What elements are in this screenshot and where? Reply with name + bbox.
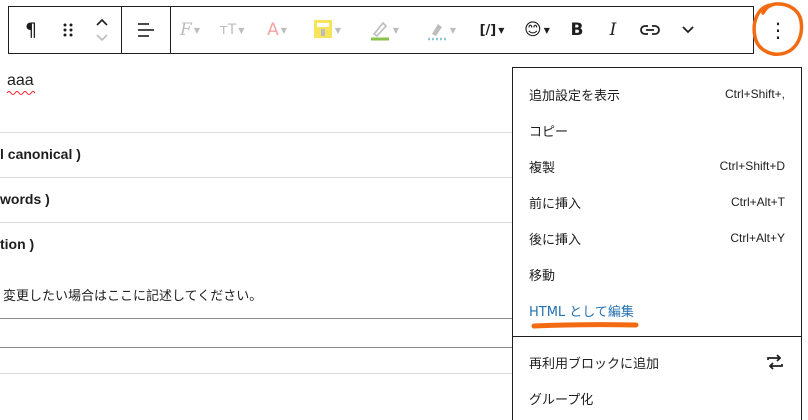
menu-item-copy[interactable]: コピー: [529, 112, 785, 148]
pen-dotted-button[interactable]: ▼: [413, 7, 469, 53]
chevron-down-icon: [682, 26, 694, 34]
pen-underline-button[interactable]: ▼: [355, 7, 413, 53]
chevron-down-icon: ▼: [334, 25, 342, 35]
menu-item-label: コピー: [529, 124, 569, 140]
menu-item-label: グループ化: [529, 392, 594, 408]
font-size-icon: тT: [219, 22, 237, 38]
text-color-button[interactable]: A ▼: [255, 7, 299, 53]
link-icon: [640, 25, 660, 35]
align-left-icon[interactable]: [122, 7, 170, 53]
more-formats-button[interactable]: [669, 7, 707, 53]
emoji-button[interactable]: 😊 ▼: [515, 7, 559, 53]
divider: [0, 347, 512, 348]
menu-item-shortcut: Ctrl+Alt+T: [730, 195, 785, 209]
text-color-icon: A: [267, 20, 279, 40]
block-toolbar: ¶ F ▼ тT ▼ A ▼ ▼ ▼ ▼ [/] ▼ 😊 ▼ B I: [8, 6, 754, 54]
menu-item-move[interactable]: 移動: [529, 256, 785, 292]
menu-item-duplicate[interactable]: 複製 Ctrl+Shift+D: [529, 148, 785, 184]
pen-dotted-icon: [427, 24, 446, 41]
spellcheck-underline: [7, 91, 36, 95]
menu-item-label: 追加設定を表示: [529, 88, 621, 104]
menu-item-add-reusable[interactable]: 再利用ブロックに追加: [529, 344, 785, 380]
menu-item-insert-after[interactable]: 後に挿入 Ctrl+Alt+Y: [529, 220, 785, 256]
menu-item-shortcut: Ctrl+Shift+,: [724, 87, 785, 101]
menu-item-shortcut: Ctrl+Shift+D: [719, 159, 785, 173]
chevron-down-icon: ▼: [498, 25, 505, 35]
chevron-down-icon: ▼: [392, 25, 400, 35]
chevron-down-icon: ▼: [543, 25, 550, 35]
menu-item-label: 後に挿入: [529, 232, 582, 248]
drag-handle-icon[interactable]: [53, 7, 83, 53]
italic-icon: I: [609, 20, 617, 40]
italic-button[interactable]: I: [595, 7, 631, 53]
emoji-icon: 😊: [524, 20, 542, 40]
chevron-down-icon: ▼: [449, 25, 457, 35]
menu-item-label: 複製: [529, 160, 556, 176]
menu-item-label: HTML として編集: [529, 304, 634, 320]
menu-divider: [513, 336, 801, 337]
menu-item-label: 移動: [529, 268, 556, 284]
block-type-group: ¶: [9, 7, 121, 53]
chevron-down-icon: ▼: [238, 25, 245, 35]
format-group: F ▼ тT ▼ A ▼ ▼ ▼ ▼ [/] ▼ 😊 ▼ B I: [171, 7, 707, 53]
menu-item-show-more-settings[interactable]: 追加設定を表示 Ctrl+Shift+,: [529, 76, 785, 112]
more-vertical-icon: ⋮: [768, 18, 788, 42]
link-button[interactable]: [631, 7, 669, 53]
menu-item-shortcut: Ctrl+Alt+Y: [730, 231, 785, 245]
chevron-down-icon: ▼: [193, 25, 200, 35]
heading-description: tion ): [0, 236, 35, 252]
bold-icon: B: [570, 20, 584, 40]
block-options-menu: 追加設定を表示 Ctrl+Shift+, コピー 複製 Ctrl+Shift+D…: [512, 67, 802, 420]
menu-item-label: 再利用ブロックに追加: [529, 356, 660, 372]
paragraph-text[interactable]: aaa: [7, 72, 34, 90]
reuse-icon: [767, 354, 783, 370]
chevron-down-icon: ▼: [280, 25, 287, 35]
menu-item-edit-as-html[interactable]: HTML として編集: [529, 292, 785, 328]
divider: [0, 177, 512, 178]
highlight-button[interactable]: ▼: [299, 7, 355, 53]
highlighter-icon: [313, 20, 332, 38]
align-group: [122, 7, 170, 53]
heading-keywords: words ): [0, 191, 50, 207]
divider: [0, 318, 512, 319]
options-button[interactable]: ⋮: [754, 6, 802, 54]
heading-canonical: l canonical ): [0, 146, 81, 162]
pen-underline-icon: [370, 21, 389, 41]
menu-item-label: 前に挿入: [529, 196, 582, 212]
font-size-button[interactable]: тT ▼: [209, 7, 255, 53]
divider: [0, 222, 512, 223]
divider: [0, 373, 512, 374]
menu-item-insert-before[interactable]: 前に挿入 Ctrl+Alt+T: [529, 184, 785, 220]
menu-item-group[interactable]: グループ化: [529, 380, 785, 416]
description-note: 変更したい場合はここに記述してください。: [3, 289, 263, 304]
code-icon: [/]: [479, 22, 497, 38]
divider: [0, 132, 512, 133]
paragraph-icon[interactable]: ¶: [9, 7, 53, 53]
code-button[interactable]: [/] ▼: [469, 7, 515, 53]
bold-button[interactable]: B: [559, 7, 595, 53]
font-family-icon: F: [180, 20, 192, 40]
chevron-up-down-icon[interactable]: [83, 7, 121, 53]
font-family-button[interactable]: F ▼: [171, 7, 209, 53]
